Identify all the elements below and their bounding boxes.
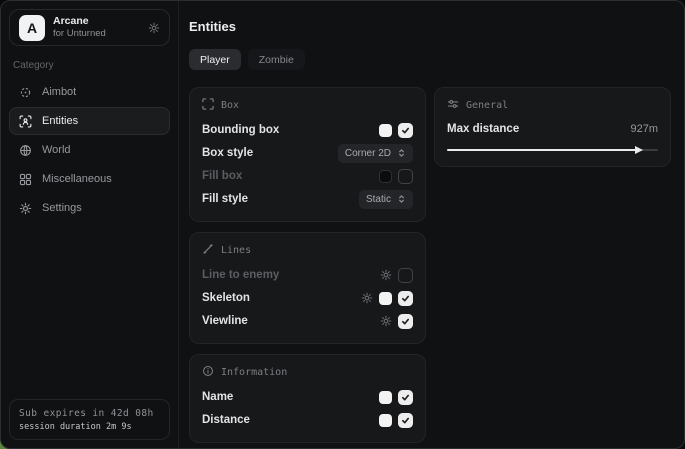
- lines-card-header: Lines: [202, 243, 413, 258]
- box-card: Box Bounding box B: [189, 87, 426, 222]
- slider-fill: [447, 149, 639, 151]
- left-column: Box Bounding box B: [189, 87, 426, 443]
- chevron-updown-icon: [397, 194, 406, 204]
- color-swatch[interactable]: [379, 391, 392, 404]
- category-label: Category: [13, 60, 166, 71]
- box-card-title: Box: [221, 100, 239, 111]
- general-card: General Max distance 927m: [434, 87, 671, 167]
- max-distance-slider[interactable]: [447, 145, 658, 155]
- gear-icon[interactable]: [361, 292, 373, 304]
- color-swatch[interactable]: [379, 292, 392, 305]
- skeleton-checkbox[interactable]: [398, 291, 413, 306]
- box-style-dropdown[interactable]: Corner 2D: [338, 144, 413, 163]
- gear-icon[interactable]: [380, 269, 392, 281]
- crosshair-icon: [18, 86, 32, 99]
- viewline-label: Viewline: [202, 315, 248, 327]
- sidebar-item-label: Aimbot: [42, 86, 76, 98]
- max-distance-value: 927m: [630, 123, 658, 135]
- fill-style-value: Static: [366, 194, 391, 205]
- lines-card-title: Lines: [221, 245, 251, 256]
- sidebar-item-label: Entities: [42, 115, 78, 127]
- box-card-header: Box: [202, 98, 413, 113]
- app-meta: Arcane for Unturned: [53, 15, 106, 40]
- line-to-enemy-checkbox[interactable]: [398, 268, 413, 283]
- sliders-icon: [447, 98, 459, 113]
- viewfinder-icon: [202, 98, 214, 113]
- sub-expiry-text: Sub expires in 42d 08h: [19, 408, 160, 419]
- sidebar-item-aimbot[interactable]: Aimbot: [9, 78, 170, 106]
- distance-row: Distance: [202, 409, 413, 431]
- max-distance-row: Max distance 927m: [447, 119, 658, 139]
- session-duration-text: session duration 2m 9s: [19, 422, 160, 432]
- fill-style-dropdown[interactable]: Static: [359, 190, 413, 209]
- gear-icon[interactable]: [148, 22, 160, 34]
- box-style-value: Corner 2D: [345, 148, 391, 159]
- app-logo: A: [19, 15, 45, 41]
- general-card-title: General: [466, 100, 508, 111]
- name-row: Name: [202, 386, 413, 408]
- lines-card: Lines Line to enemy: [189, 232, 426, 344]
- sidebar-item-label: World: [42, 144, 71, 156]
- entity-tabs: Player Zombie: [189, 49, 671, 70]
- box-style-label: Box style: [202, 147, 253, 159]
- sidebar-item-label: Settings: [42, 202, 82, 214]
- fill-style-label: Fill style: [202, 193, 248, 205]
- information-card-title: Information: [221, 367, 287, 378]
- app-subtitle: for Unturned: [53, 28, 106, 40]
- fill-style-row: Fill style Static: [202, 188, 413, 210]
- page-title: Entities: [189, 19, 671, 34]
- sidebar-item-miscellaneous[interactable]: Miscellaneous: [9, 165, 170, 193]
- sidebar-item-world[interactable]: World: [9, 136, 170, 164]
- tab-zombie[interactable]: Zombie: [248, 49, 305, 70]
- gear-icon[interactable]: [380, 315, 392, 327]
- bounding-box-label: Bounding box: [202, 124, 279, 136]
- app-name: Arcane: [53, 15, 106, 28]
- right-column: General Max distance 927m: [434, 87, 671, 167]
- name-checkbox[interactable]: [398, 390, 413, 405]
- screen: A Arcane for Unturned Category: [0, 0, 685, 449]
- globe-icon: [18, 144, 32, 157]
- sidebar-item-settings[interactable]: Settings: [9, 194, 170, 222]
- info-icon: [202, 365, 214, 380]
- sidebar: A Arcane for Unturned Category: [1, 1, 179, 448]
- slider-thumb[interactable]: [635, 146, 643, 154]
- fill-box-label: Fill box: [202, 170, 242, 182]
- color-swatch[interactable]: [379, 124, 392, 137]
- viewline-checkbox[interactable]: [398, 314, 413, 329]
- gear-icon: [18, 202, 32, 215]
- fill-box-row: Fill box: [202, 165, 413, 187]
- scan-person-icon: [18, 115, 32, 128]
- tab-player[interactable]: Player: [189, 49, 241, 70]
- bounding-box-checkbox[interactable]: [398, 123, 413, 138]
- chevron-updown-icon: [397, 148, 406, 158]
- bounding-box-row: Bounding box: [202, 119, 413, 141]
- grid-icon: [18, 173, 32, 186]
- sidebar-item-label: Miscellaneous: [42, 173, 112, 185]
- arcane-window: A Arcane for Unturned Category: [0, 0, 685, 449]
- diagonal-line-icon: [202, 243, 214, 258]
- distance-checkbox[interactable]: [398, 413, 413, 428]
- fill-box-checkbox[interactable]: [398, 169, 413, 184]
- viewline-row: Viewline: [202, 310, 413, 332]
- information-card-header: Information: [202, 365, 413, 380]
- color-swatch[interactable]: [379, 170, 392, 183]
- general-card-header: General: [447, 98, 658, 113]
- information-card: Information Name D: [189, 354, 426, 443]
- sidebar-item-entities[interactable]: Entities: [9, 107, 170, 135]
- line-to-enemy-label: Line to enemy: [202, 269, 279, 281]
- skeleton-row: Skeleton: [202, 287, 413, 309]
- skeleton-label: Skeleton: [202, 292, 250, 304]
- color-swatch[interactable]: [379, 414, 392, 427]
- name-label: Name: [202, 391, 233, 403]
- distance-label: Distance: [202, 414, 250, 426]
- max-distance-label: Max distance: [447, 123, 519, 135]
- box-style-row: Box style Corner 2D: [202, 142, 413, 164]
- subscription-status-card: Sub expires in 42d 08h session duration …: [9, 399, 170, 440]
- app-header-card: A Arcane for Unturned: [9, 9, 170, 46]
- line-to-enemy-row: Line to enemy: [202, 264, 413, 286]
- main-content: Entities Player Zombie: [180, 1, 684, 448]
